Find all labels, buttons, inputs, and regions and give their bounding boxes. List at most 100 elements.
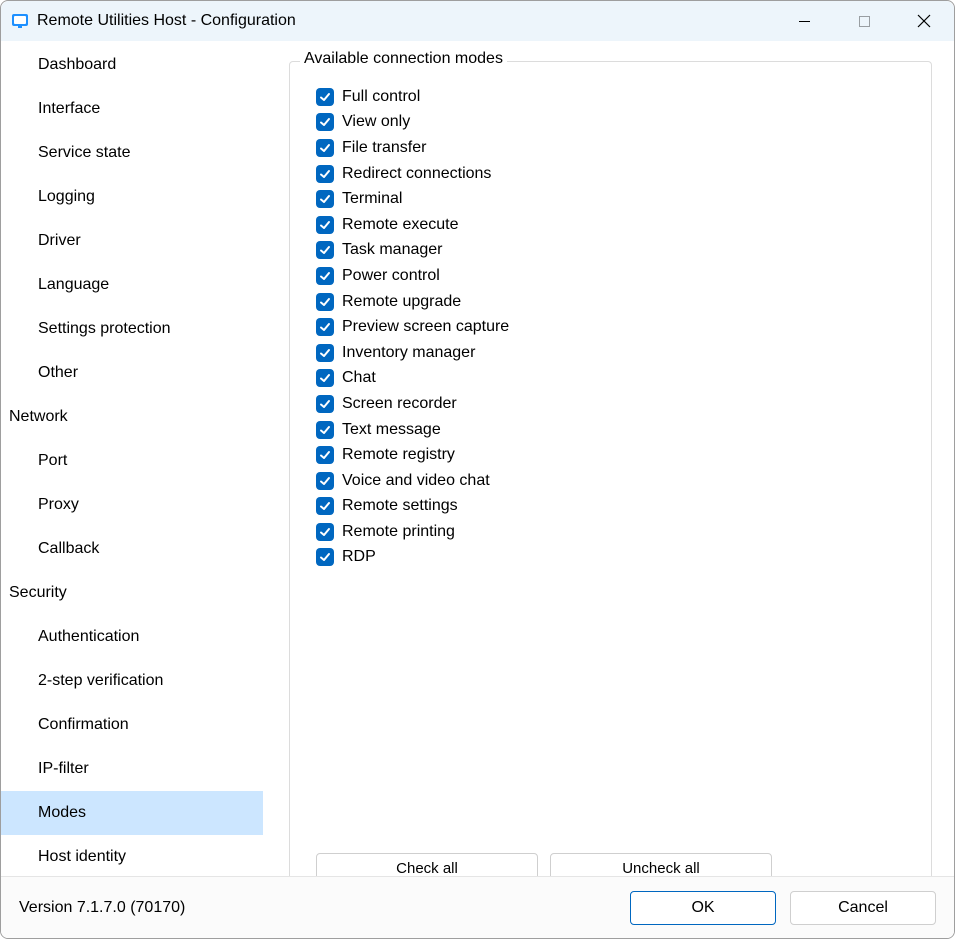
mode-item-remote-registry[interactable]: Remote registry: [316, 442, 905, 468]
sidebar-item-network[interactable]: Network: [1, 395, 263, 439]
minimize-button[interactable]: [774, 1, 834, 41]
checkbox[interactable]: [316, 497, 334, 515]
mode-item-inventory-manager[interactable]: Inventory manager: [316, 340, 905, 366]
mode-item-remote-upgrade[interactable]: Remote upgrade: [316, 289, 905, 315]
mode-item-power-control[interactable]: Power control: [316, 263, 905, 289]
mode-item-file-transfer[interactable]: File transfer: [316, 135, 905, 161]
mode-item-rdp[interactable]: RDP: [316, 545, 905, 571]
sidebar-item-security[interactable]: Security: [1, 571, 263, 615]
sidebar-item-service-state[interactable]: Service state: [1, 131, 263, 175]
mode-item-remote-settings[interactable]: Remote settings: [316, 494, 905, 520]
checkbox[interactable]: [316, 165, 334, 183]
checkbox[interactable]: [316, 139, 334, 157]
mode-label: Power control: [342, 267, 440, 285]
mode-label: Voice and video chat: [342, 472, 490, 490]
checkbox[interactable]: [316, 267, 334, 285]
checkbox[interactable]: [316, 472, 334, 490]
mode-item-screen-recorder[interactable]: Screen recorder: [316, 391, 905, 417]
checkbox[interactable]: [316, 88, 334, 106]
mode-item-view-only[interactable]: View only: [316, 110, 905, 136]
uncheck-all-button[interactable]: Uncheck all: [550, 853, 772, 876]
ok-button[interactable]: OK: [630, 891, 776, 925]
sidebar-item-ip-filter[interactable]: IP-filter: [1, 747, 263, 791]
sidebar-item-label: Logging: [38, 188, 95, 206]
checkbox[interactable]: [316, 293, 334, 311]
sidebar-item-label: Language: [38, 276, 109, 294]
check-all-button[interactable]: Check all: [316, 853, 538, 876]
mode-label: Terminal: [342, 190, 402, 208]
checkbox[interactable]: [316, 523, 334, 541]
sidebar-item-logging[interactable]: Logging: [1, 175, 263, 219]
version-label: Version 7.1.7.0 (70170): [19, 899, 616, 917]
mode-label: Preview screen capture: [342, 318, 509, 336]
checkbox[interactable]: [316, 344, 334, 362]
sidebar-item-label: Authentication: [38, 628, 139, 646]
sidebar-item-modes[interactable]: Modes: [1, 791, 263, 835]
mode-item-redirect-connections[interactable]: Redirect connections: [316, 161, 905, 187]
checkbox[interactable]: [316, 216, 334, 234]
mode-item-voice-and-video-chat[interactable]: Voice and video chat: [316, 468, 905, 494]
mode-item-remote-execute[interactable]: Remote execute: [316, 212, 905, 238]
sidebar-item-language[interactable]: Language: [1, 263, 263, 307]
groupbox-title: Available connection modes: [300, 50, 507, 68]
mode-label: Redirect connections: [342, 165, 491, 183]
sidebar-item-host-identity[interactable]: Host identity: [1, 835, 263, 876]
sidebar-item-settings-protection[interactable]: Settings protection: [1, 307, 263, 351]
checkbox[interactable]: [316, 548, 334, 566]
sidebar-item-label: Port: [38, 452, 67, 470]
sidebar-item-label: IP-filter: [38, 760, 89, 778]
mode-label: Remote printing: [342, 523, 455, 541]
mode-label: Remote upgrade: [342, 293, 461, 311]
sidebar-item-label: Service state: [38, 144, 130, 162]
sidebar-item-label: Callback: [38, 540, 99, 558]
mode-item-chat[interactable]: Chat: [316, 366, 905, 392]
checkbox[interactable]: [316, 241, 334, 259]
sidebar-item-label: 2-step verification: [38, 672, 163, 690]
mode-label: Task manager: [342, 241, 443, 259]
sidebar-item-label: Dashboard: [38, 56, 116, 74]
checkbox[interactable]: [316, 446, 334, 464]
mode-label: Remote settings: [342, 497, 458, 515]
mode-item-task-manager[interactable]: Task manager: [316, 238, 905, 264]
sidebar-item-label: Settings protection: [38, 320, 171, 338]
sidebar-item-port[interactable]: Port: [1, 439, 263, 483]
checkbox[interactable]: [316, 113, 334, 131]
mode-item-terminal[interactable]: Terminal: [316, 186, 905, 212]
sidebar-item-label: Proxy: [38, 496, 79, 514]
checkbox[interactable]: [316, 318, 334, 336]
sidebar-item-2-step-verification[interactable]: 2-step verification: [1, 659, 263, 703]
cancel-button[interactable]: Cancel: [790, 891, 936, 925]
footer: Version 7.1.7.0 (70170) OK Cancel: [1, 876, 954, 938]
mode-label: RDP: [342, 548, 376, 566]
mode-label: View only: [342, 113, 410, 131]
sidebar-item-dashboard[interactable]: Dashboard: [1, 43, 263, 87]
sidebar-item-driver[interactable]: Driver: [1, 219, 263, 263]
sidebar-item-proxy[interactable]: Proxy: [1, 483, 263, 527]
mode-item-remote-printing[interactable]: Remote printing: [316, 519, 905, 545]
sidebar-item-label: Confirmation: [38, 716, 129, 734]
window-title: Remote Utilities Host - Configuration: [37, 12, 774, 30]
checkbox[interactable]: [316, 190, 334, 208]
sidebar-item-label: Driver: [38, 232, 81, 250]
sidebar-item-other[interactable]: Other: [1, 351, 263, 395]
sidebar-item-label: Interface: [38, 100, 100, 118]
checkbox[interactable]: [316, 369, 334, 387]
app-window: Remote Utilities Host - Configuration Da…: [0, 0, 955, 939]
mode-label: Text message: [342, 421, 441, 439]
checkbox[interactable]: [316, 421, 334, 439]
sidebar: Dashboard Interface Service state Logging Dr…: [1, 41, 263, 876]
mode-item-text-message[interactable]: Text message: [316, 417, 905, 443]
checkbox[interactable]: [316, 395, 334, 413]
main-panel: Available connection modes Full control V…: [263, 41, 954, 876]
sidebar-item-authentication[interactable]: Authentication: [1, 615, 263, 659]
sidebar-item-label: Network: [9, 408, 68, 426]
mode-item-full-control[interactable]: Full control: [316, 84, 905, 110]
mode-label: Screen recorder: [342, 395, 457, 413]
app-icon: [11, 12, 29, 30]
sidebar-item-callback[interactable]: Callback: [1, 527, 263, 571]
mode-label: Full control: [342, 88, 420, 106]
sidebar-item-confirmation[interactable]: Confirmation: [1, 703, 263, 747]
mode-item-preview-screen-capture[interactable]: Preview screen capture: [316, 314, 905, 340]
close-button[interactable]: [894, 1, 954, 41]
sidebar-item-interface[interactable]: Interface: [1, 87, 263, 131]
